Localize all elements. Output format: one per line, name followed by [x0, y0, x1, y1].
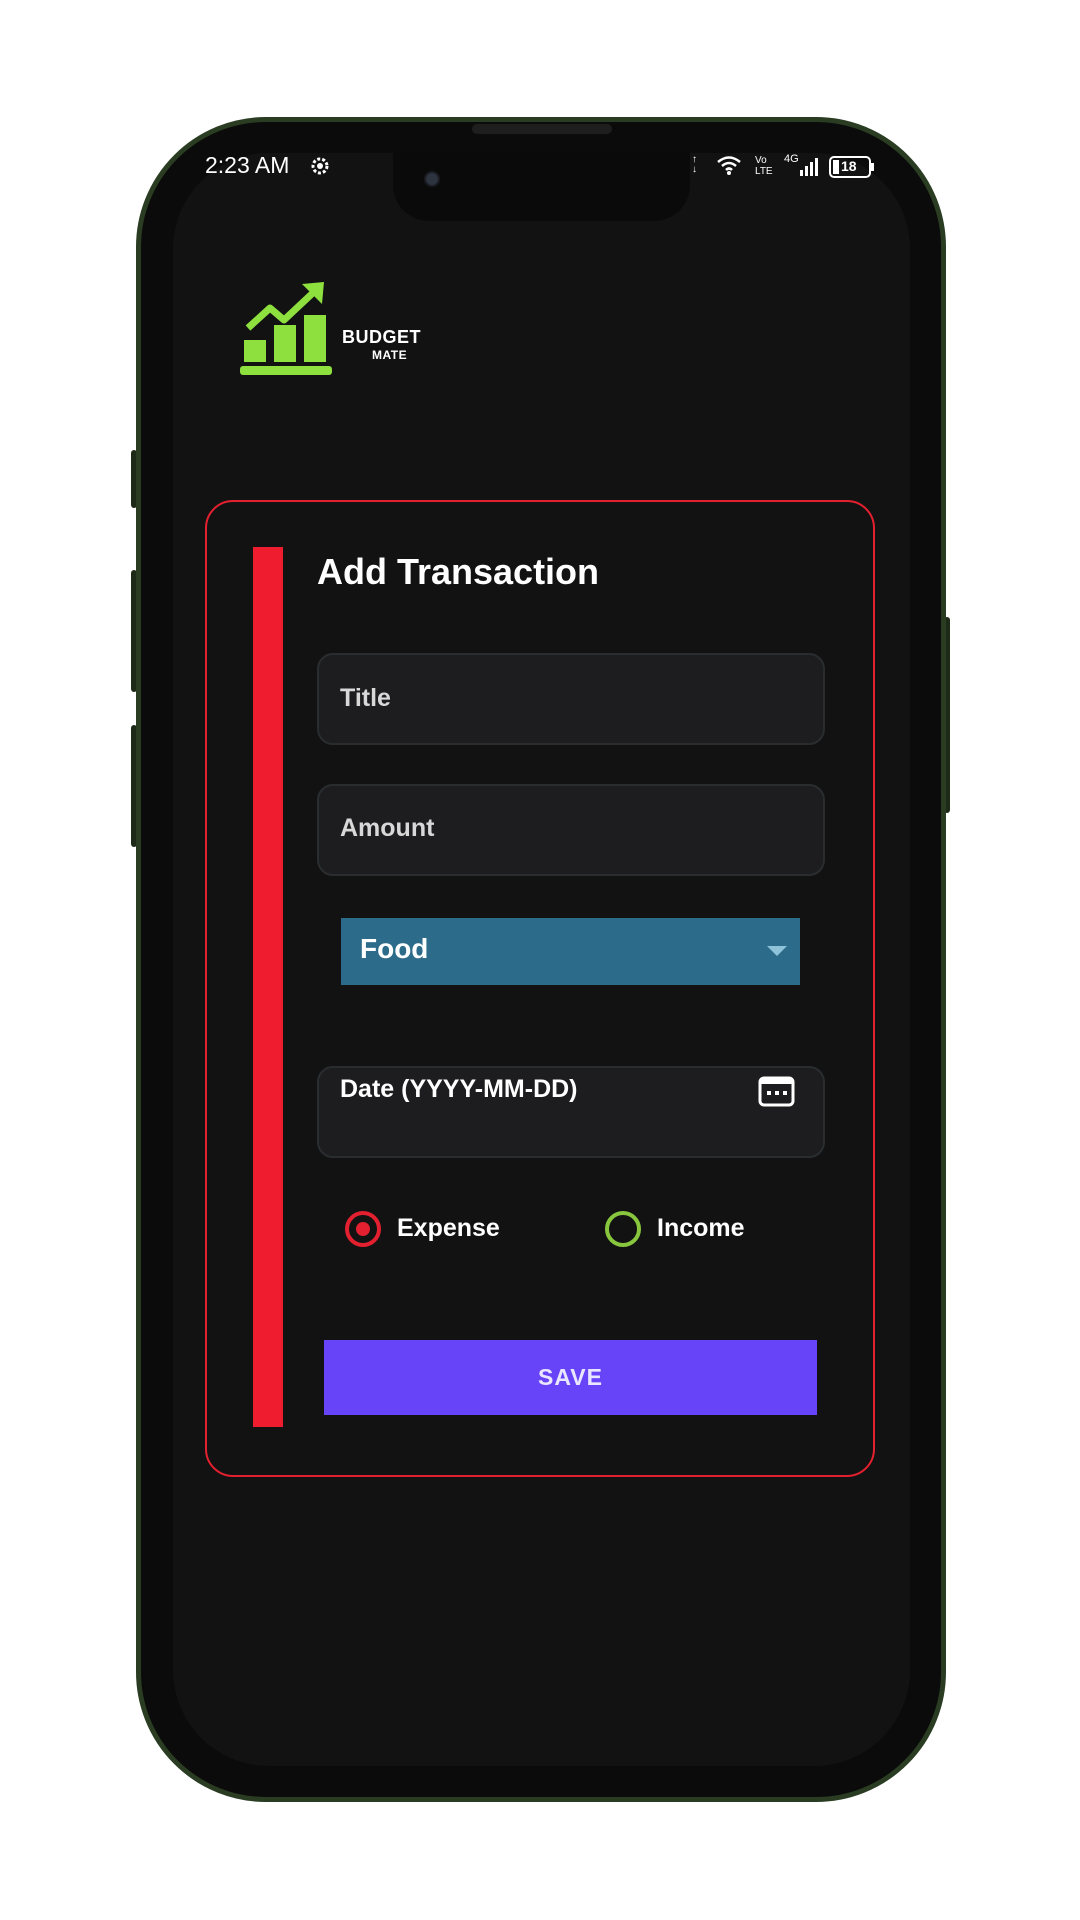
category-selected-value: Food	[360, 933, 429, 964]
chevron-down-icon[interactable]	[767, 946, 787, 956]
logo-text-budget: BUDGET	[342, 327, 421, 347]
title-placeholder: Title	[340, 684, 391, 712]
page-title: Add Transaction	[317, 551, 600, 592]
save-button[interactable]: SAVE	[324, 1340, 817, 1415]
wifi-icon	[717, 156, 741, 175]
volte-label: Vo LTE	[755, 155, 773, 177]
notch	[393, 153, 690, 221]
card-accent-bar	[253, 547, 283, 1427]
income-radio[interactable]	[605, 1211, 641, 1247]
title-input[interactable]	[317, 653, 825, 745]
earpiece	[472, 124, 612, 134]
expense-radio-dot	[356, 1222, 370, 1236]
date-placeholder: Date (YYYY-MM-DD)	[340, 1075, 578, 1103]
budget-mate-logo-icon	[240, 282, 332, 375]
logo-text-mate: MATE	[372, 348, 408, 362]
income-label[interactable]: Income	[657, 1214, 745, 1243]
network-type-label: 4G	[784, 153, 799, 165]
add-transaction-card	[205, 500, 875, 1477]
battery-level: 18	[841, 158, 857, 174]
front-camera	[424, 171, 440, 187]
settings-gear-icon	[311, 157, 329, 175]
data-speed-icon: ↑ ↓	[692, 154, 697, 175]
signal-icon	[800, 158, 818, 176]
amount-placeholder: Amount	[340, 814, 435, 842]
calendar-icon[interactable]	[758, 1076, 795, 1107]
status-time: 2:23 AM	[205, 152, 290, 178]
expense-label[interactable]: Expense	[397, 1214, 500, 1243]
expense-radio[interactable]	[345, 1211, 381, 1247]
